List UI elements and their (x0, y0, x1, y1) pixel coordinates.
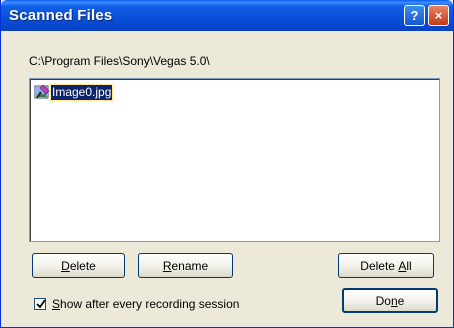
help-icon: ? (410, 8, 419, 23)
delete-label-post: elete (69, 258, 96, 273)
show-after-accel-key: S (52, 297, 61, 311)
delete-all-accel-key: A (398, 258, 407, 273)
show-after-label-post: how after every recording session (60, 297, 240, 311)
rename-button[interactable]: Rename (138, 253, 233, 278)
done-label-pre: Do (375, 293, 391, 308)
folder-path: C:\Program Files\Sony\Vegas 5.0\ (29, 54, 210, 68)
image-file-icon (34, 84, 50, 99)
delete-all-label-post: ll (406, 258, 412, 273)
close-icon: × (434, 8, 443, 23)
rename-accel-key: R (162, 258, 172, 273)
list-item[interactable]: Image0.jpg (34, 83, 114, 101)
scanned-files-dialog: Scanned Files ? × C:\Program Files\Sony\… (0, 0, 454, 328)
title-bar[interactable]: Scanned Files ? × (1, 0, 453, 31)
done-label-post: e (397, 293, 405, 308)
delete-button[interactable]: Delete (32, 253, 125, 278)
show-after-label: Show after every recording session (52, 297, 239, 311)
close-button[interactable]: × (428, 5, 449, 26)
show-after-option[interactable]: Show after every recording session (34, 297, 239, 311)
delete-all-label-pre: Delete (360, 258, 399, 273)
show-after-checkbox[interactable] (34, 298, 46, 310)
delete-accel-key: D (61, 258, 70, 273)
delete-all-button[interactable]: Delete All (338, 253, 434, 278)
done-button[interactable]: Do n e (342, 288, 438, 313)
window-title: Scanned Files (9, 7, 113, 24)
file-list[interactable]: Image0.jpg (29, 78, 440, 242)
done-accel-key: n (390, 293, 398, 308)
help-button[interactable]: ? (404, 5, 425, 26)
rename-label-post: ename (171, 258, 209, 273)
checkmark-icon (36, 299, 46, 309)
file-name: Image0.jpg (49, 83, 114, 101)
